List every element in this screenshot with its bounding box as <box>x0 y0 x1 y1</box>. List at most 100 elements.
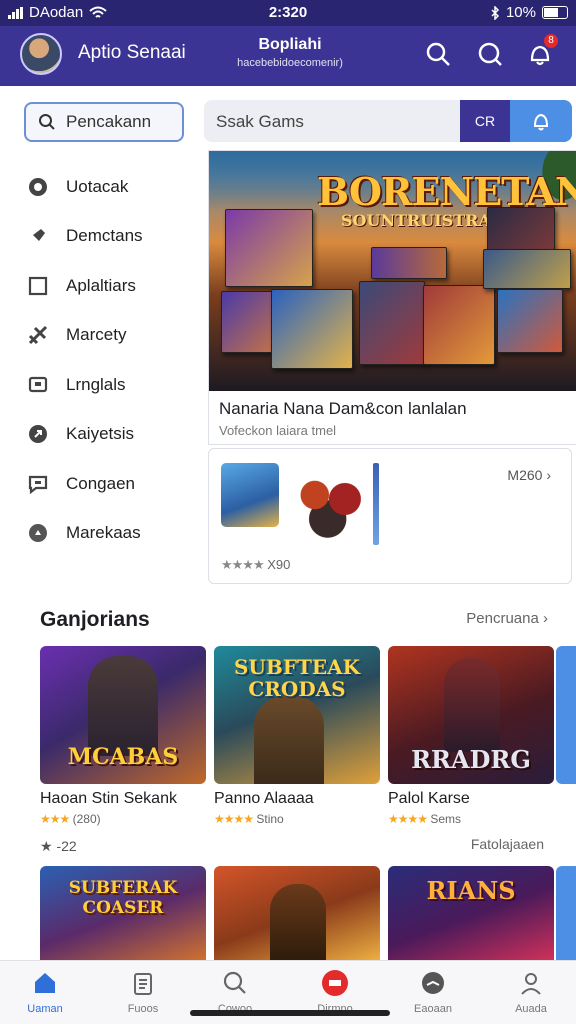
app-bar: Aptio Senaai Bopliahi hacebebidoecomenir… <box>0 26 576 86</box>
sidebar-item-2[interactable]: Demctans <box>26 212 143 262</box>
status-bar: DAodan 2:320 10% <box>0 0 576 26</box>
sidebar-item-1[interactable]: Uotacak <box>26 162 143 212</box>
sidebar-list: Uotacak Demctans Aplaltiars Marcety Lrng… <box>26 162 143 558</box>
game-art-title: SUBFERAK COASER <box>68 878 178 918</box>
game-art: MCABAS <box>40 646 206 784</box>
refresh-icon <box>26 422 50 446</box>
featured-caption: Nanaria Nana Dam&con lanlalan Vofeckon l… <box>219 399 467 438</box>
game-rating: ★★★★ Sems <box>388 812 462 826</box>
game-card-row2-3[interactable]: RIANS <box>388 866 554 966</box>
promo-artwork <box>289 463 375 543</box>
game-card-peek[interactable] <box>556 646 576 784</box>
sidebar-item-6[interactable]: Kaiyetsis <box>26 410 143 460</box>
row2-count: ★ -22 <box>40 838 77 854</box>
header-center: Bopliahi hacebebidoecomenir) <box>200 36 380 69</box>
app-title: Aptio Senaai <box>78 42 186 63</box>
sidebar-item-5[interactable]: Lrnglals <box>26 360 143 410</box>
sidebar-item-label: Uotacak <box>66 176 129 196</box>
game-card-peek[interactable] <box>556 866 576 966</box>
sidebar-item-label: Marekaas <box>66 523 141 543</box>
game-title: Haoan Stin Sekank <box>40 790 177 807</box>
nav-home[interactable]: Uaman <box>0 969 90 1015</box>
sidebar-search-label: Pencakann <box>66 112 152 131</box>
chat-search-icon[interactable] <box>476 40 504 68</box>
pin-icon <box>26 224 50 248</box>
notification-button[interactable]: 8 <box>526 34 558 68</box>
sidebar-item-label: Aplaltiars <box>66 275 136 295</box>
tag-icon <box>26 323 50 347</box>
game-card-row2-1[interactable]: SUBFERAK COASER <box>40 866 206 966</box>
nav-profile[interactable]: Auada <box>486 969 576 1015</box>
avatar[interactable] <box>20 33 62 75</box>
home-indicator[interactable] <box>190 1010 390 1016</box>
game-art-title: SUBFTEAK CRODAS <box>233 655 360 701</box>
row2-link[interactable]: Fatolajaaen <box>471 836 544 852</box>
sidebar-item-label: Lrnglals <box>66 374 126 394</box>
gauge-icon <box>419 969 447 997</box>
battery-percent: 10% <box>505 4 536 21</box>
game-title: Palol Karse <box>388 790 470 807</box>
section-title: Ganjorians <box>40 608 150 631</box>
record-icon <box>321 969 349 997</box>
sidebar-item-label: Demctans <box>66 226 143 246</box>
search-icon <box>221 969 249 997</box>
tv-icon <box>26 373 50 397</box>
game-art-title: MCABAS <box>67 744 179 770</box>
profile-icon <box>517 969 545 997</box>
search-icon[interactable] <box>424 40 452 68</box>
nav-clipboard[interactable]: Fuoos <box>98 969 188 1015</box>
battery-icon <box>542 6 568 19</box>
sidebar: Pencakann Uotacak Demctans Aplaltiars Ma… <box>0 86 200 586</box>
game-art: SUBFTEAK CRODAS <box>214 646 380 784</box>
game-art: RRADRG <box>388 646 554 784</box>
clipboard-icon <box>129 969 157 997</box>
search-input[interactable]: Ssak Gams <box>216 112 304 132</box>
see-all-link[interactable]: Pencruana › <box>466 610 548 627</box>
promo-card[interactable]: M260 › ★★★★ X90 <box>208 448 572 584</box>
header-title: Bopliahi <box>258 36 322 53</box>
hero-subtitle: SOUNTRUISTRAN <box>341 211 506 230</box>
app-root: DAodan 2:320 10% Aptio Senaai Bopliahi h… <box>0 0 576 1024</box>
sidebar-search-button[interactable]: Pencakann <box>24 102 184 142</box>
game-art-title: RIANS <box>426 876 516 905</box>
rating-value: X90 <box>267 557 291 572</box>
game-art-title: RRADRG <box>411 745 531 774</box>
sidebar-item-4[interactable]: Marcety <box>26 311 143 361</box>
chevron-right-icon: › <box>543 610 548 627</box>
game-card-3[interactable]: RRADRG Palol Karse ★★★★ Sems <box>388 646 554 826</box>
promo-rating: ★★★★ X90 <box>221 557 290 573</box>
game-rating: ★★★ (280) <box>40 812 101 826</box>
square-icon <box>26 274 50 298</box>
nav-gauge[interactable]: Eaoaan <box>388 969 478 1015</box>
sidebar-item-3[interactable]: Aplaltiars <box>26 261 143 311</box>
sidebar-item-8[interactable]: Marekaas <box>26 509 143 559</box>
bell-icon <box>533 113 549 131</box>
header-subtitle: hacebebidoecomenir) <box>237 57 343 69</box>
game-card-2[interactable]: SUBFTEAK CRODAS Panno Alaaaa ★★★★ Stino <box>214 646 380 826</box>
sidebar-item-7[interactable]: Congaen <box>26 459 143 509</box>
game-search-bar: Ssak Gams CR <box>204 100 572 142</box>
game-rating: ★★★★ Stino <box>214 812 284 826</box>
game-card-1[interactable]: MCABAS Haoan Stin Sekank ★★★ (280) <box>40 646 206 826</box>
game-card-row2-2[interactable] <box>214 866 380 966</box>
rating-stars: ★★★★ <box>221 557 265 572</box>
bluetooth-icon <box>491 5 500 20</box>
promo-divider <box>373 463 379 545</box>
filter-button[interactable]: CR <box>460 100 510 142</box>
search-submit-button[interactable] <box>510 100 572 142</box>
compass-icon <box>26 175 50 199</box>
featured-card[interactable]: BORENETAN SOUNTRUISTRAN Nanaria Nana Dam… <box>208 150 576 445</box>
featured-subtitle: Vofeckon laiara tmel <box>219 423 337 438</box>
promo-thumbnail <box>221 463 279 527</box>
sidebar-item-label: Marcety <box>66 325 127 345</box>
promo-price[interactable]: M260 › <box>507 467 551 483</box>
featured-title: Nanaria Nana Dam&con lanlalan <box>219 399 467 418</box>
nav-search[interactable]: Cowoo <box>190 969 280 1015</box>
play-circle-icon <box>26 521 50 545</box>
sidebar-item-label: Congaen <box>66 473 136 493</box>
notification-badge: 8 <box>544 34 558 48</box>
game-title: Panno Alaaaa <box>214 790 314 807</box>
featured-banner-image: BORENETAN SOUNTRUISTRAN <box>209 151 576 391</box>
search-icon <box>39 114 55 130</box>
nav-record[interactable]: Dirmno <box>290 969 380 1015</box>
